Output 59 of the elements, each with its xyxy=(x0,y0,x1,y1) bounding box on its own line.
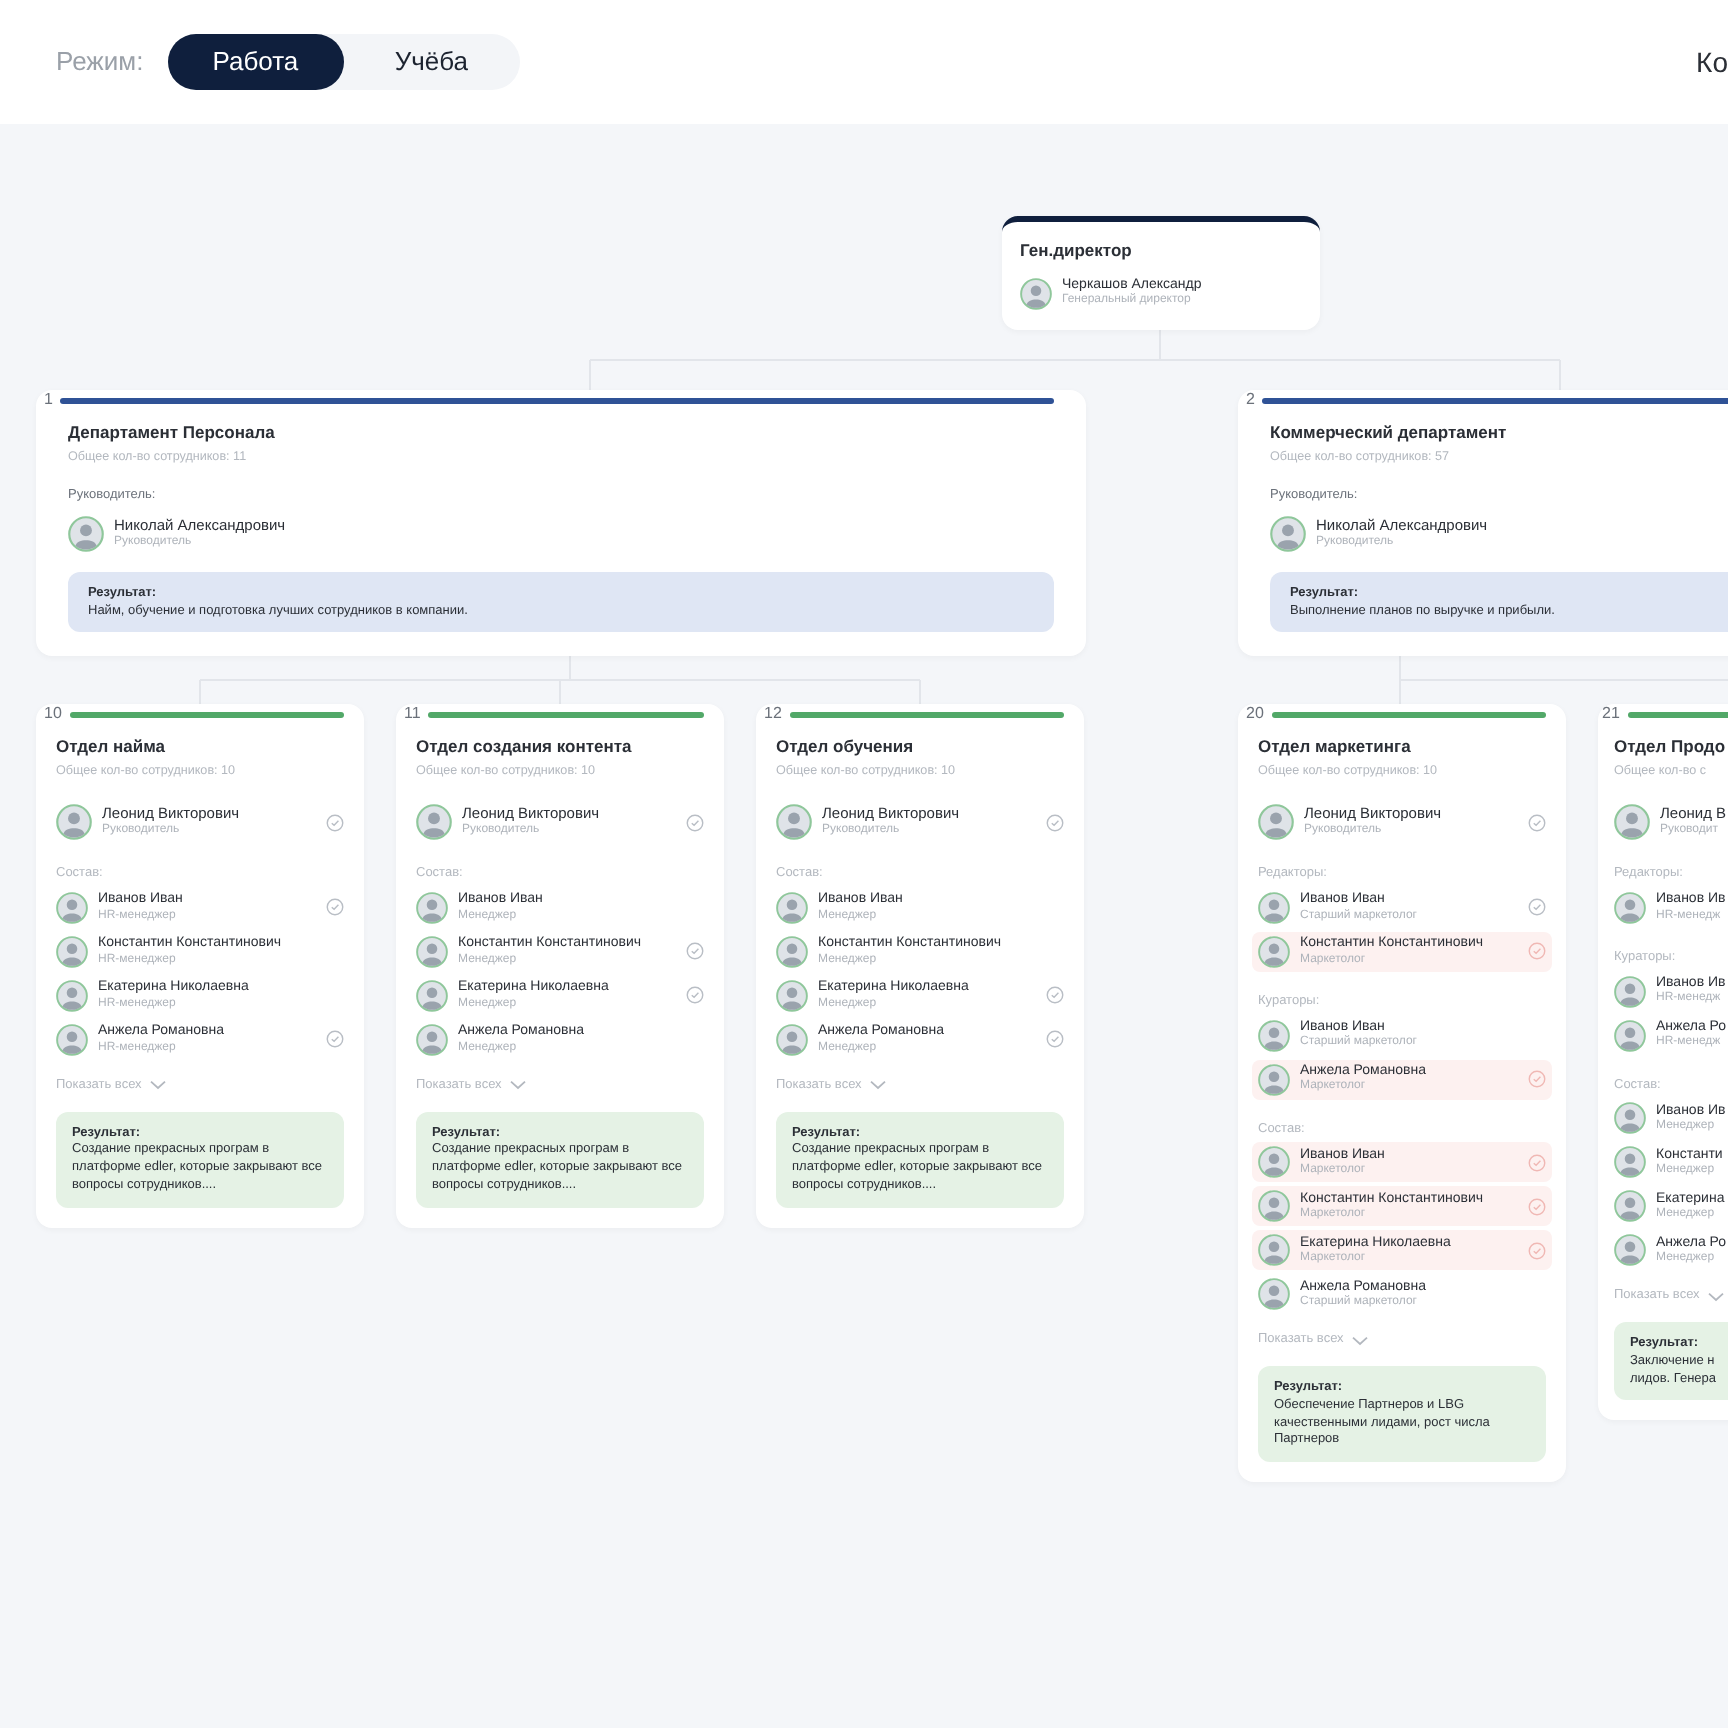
avatar-icon xyxy=(1614,975,1646,1008)
avatar-icon xyxy=(1020,277,1052,310)
avatar-icon xyxy=(56,979,88,1012)
avatar-icon xyxy=(1614,804,1650,841)
card-title: Отдел обучения xyxy=(776,734,916,760)
card-title: Отдел Продо xyxy=(1614,734,1728,760)
card-number: 21 xyxy=(1602,706,1620,722)
avatar-icon xyxy=(776,804,812,841)
avatar-icon xyxy=(56,804,92,841)
card-number: 10 xyxy=(44,706,62,722)
card-title: Отдел найма xyxy=(56,734,168,760)
avatar-icon xyxy=(1614,891,1646,924)
avatar-icon xyxy=(1258,891,1290,924)
card-title: Коммерческий департамент xyxy=(1270,420,1509,446)
header-text: Ко xyxy=(1696,43,1728,81)
mode-tab[interactable]: Работа xyxy=(167,34,344,90)
card-number: 20 xyxy=(1246,706,1264,722)
avatar-icon xyxy=(776,1023,808,1056)
avatar-icon xyxy=(1258,1019,1290,1052)
avatar-icon xyxy=(56,1023,88,1056)
avatar-icon xyxy=(1614,1190,1646,1223)
avatar-icon xyxy=(56,891,88,924)
card-title: Департамент Персонала xyxy=(68,420,277,446)
avatar-icon xyxy=(416,891,448,924)
avatar-icon xyxy=(1258,935,1290,968)
avatar-icon xyxy=(776,979,808,1012)
avatar-icon xyxy=(1258,1278,1290,1311)
avatar-icon xyxy=(1258,1190,1290,1223)
chevron-down-icon xyxy=(509,1080,526,1091)
mode-tab[interactable]: Учёба xyxy=(343,34,520,90)
card-title: Отдел создания контента xyxy=(416,734,634,760)
avatar-icon xyxy=(1614,1146,1646,1179)
card-title: Отдел маркетинга xyxy=(1258,734,1413,760)
card-number: 11 xyxy=(404,706,421,722)
card-number: 1 xyxy=(44,392,53,408)
card-number: 12 xyxy=(764,706,782,722)
avatar-icon xyxy=(1614,1234,1646,1267)
avatar-icon xyxy=(1614,1019,1646,1052)
avatar-icon xyxy=(56,935,88,968)
avatar-icon xyxy=(1258,1146,1290,1179)
avatar-icon xyxy=(1258,1234,1290,1267)
card-number: 2 xyxy=(1246,392,1255,408)
chevron-down-icon xyxy=(869,1080,886,1091)
chevron-down-icon xyxy=(149,1080,166,1091)
avatar-icon xyxy=(1614,1102,1646,1135)
mode-label: Режим: xyxy=(56,44,144,81)
avatar-icon xyxy=(1258,804,1294,841)
card-title: Ген.директор xyxy=(1020,238,1134,264)
avatar-icon xyxy=(416,804,452,841)
avatar-icon xyxy=(416,1023,448,1056)
chevron-down-icon xyxy=(1707,1291,1724,1302)
avatar-icon xyxy=(416,979,448,1012)
avatar-icon xyxy=(1270,515,1306,552)
chevron-down-icon xyxy=(1351,1335,1368,1346)
avatar-icon xyxy=(1258,1063,1290,1096)
avatar-icon xyxy=(776,935,808,968)
avatar-icon xyxy=(68,515,104,552)
avatar-icon xyxy=(776,891,808,924)
avatar-icon xyxy=(416,935,448,968)
